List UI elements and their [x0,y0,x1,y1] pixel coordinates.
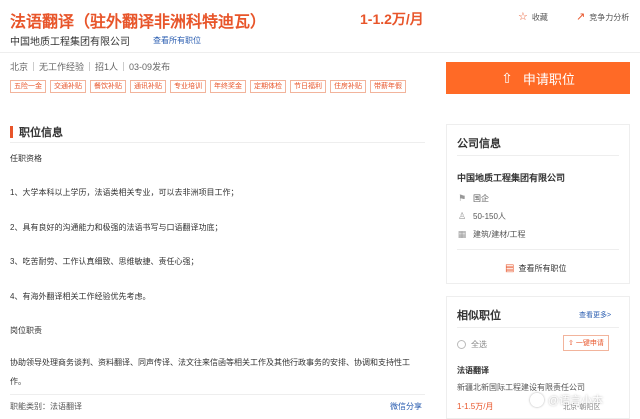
meta-experience: 无工作经验 [39,62,85,72]
meta-headcount: 招1人 [95,62,119,72]
watermark-logo-icon [530,393,544,407]
chart-icon: ↗ [576,11,586,23]
benefit-tag: 专业培训 [170,80,206,93]
people-icon: ♙ [457,211,467,221]
select-all-label: 全选 [471,340,487,349]
benefit-tag: 通讯补贴 [130,80,166,93]
job-title: 法语翻译（驻外翻译非洲科特迪瓦） [10,14,267,31]
job-meta: 北京 无工作经验 招1人 03-09发布 [10,60,170,73]
job-info-line: 4、有海外翻译相关工作经验优先考虑。 [10,292,151,301]
job-info-line: 2、具有良好的沟通能力和极强的法语书写与口语翻译功底； [10,223,223,232]
apply-label: 申请职位 [522,71,575,87]
company-type-label: 国企 [473,194,489,203]
company-size-label: 50-150人 [473,212,506,221]
similar-job-salary: 1-1.5万/月 [457,402,494,411]
one-click-apply-button[interactable]: ⇧ 一键申请 [563,335,609,351]
star-icon: ☆ [518,11,528,23]
job-info-title: 职位信息 [19,127,63,139]
footer-divider [10,394,425,395]
company-industry-label: 建筑/建材/工程 [473,230,526,239]
company-card-title: 公司信息 [457,138,501,150]
job-info-line: 岗位职责 [10,326,42,335]
similar-jobs-title: 相似职位 [457,310,501,322]
section-accent-bar [10,126,13,138]
compete-label: 竞争力分析 [589,13,630,22]
flag-icon: ⚑ [457,193,467,203]
watermark: @语言小本 [530,392,603,408]
company-type: ⚑ 国企 [457,193,489,204]
company-size: ♙ 50-150人 [457,211,506,222]
meta-separator [89,62,91,71]
salary: 1-1.2万/月 [360,11,424,27]
upload-icon: ⇧ [568,340,574,347]
card-divider [457,155,619,156]
meta-separator [33,62,35,71]
job-info-line: 任职资格 [10,154,42,163]
company-card: 公司信息 中国地质工程集团有限公司 ⚑ 国企 ♙ 50-150人 ▦ 建筑/建材… [446,124,630,284]
card-divider [457,249,619,250]
job-info-line: 协助领导处理商务谈判、资料翻译、同声传译、法文往来信函等相关工作及其他行政事务的… [10,358,410,386]
meta-city: 北京 [10,62,29,72]
benefit-tag: 五险一金 [10,80,46,93]
benefit-tags: 五险一金 交通补贴 餐饮补贴 通讯补贴 专业培训 年终奖金 定期体检 节日福利 … [10,80,406,93]
benefit-tag: 交通补贴 [50,80,86,93]
benefit-tag: 带薪年假 [370,80,406,93]
favorite-button[interactable]: ☆ 收藏 [518,12,548,23]
job-info-line: 3、吃苦耐劳、工作认真细致、思维敏捷、责任心强； [10,257,199,266]
benefit-tag: 年终奖金 [210,80,246,93]
apply-job-button[interactable]: ⇧ 申请职位 [446,62,630,94]
benefit-tag: 定期体检 [250,80,286,93]
job-info-header: 职位信息 [10,124,63,140]
job-info-line: 1、大学本科以上学历，法语类相关专业，可以去非洲项目工作； [10,188,239,197]
benefit-tag: 住房补贴 [330,80,366,93]
card-divider [457,327,619,328]
list-icon: ▤ [505,262,515,274]
one-click-label: 一键申请 [575,340,604,347]
compete-analysis-button[interactable]: ↗ 竞争力分析 [576,12,629,23]
section-divider [10,142,425,143]
company-view-all-label: 查看所有职位 [518,264,567,273]
see-more-link[interactable]: 查看更多> [579,310,611,320]
company-industry: ▦ 建筑/建材/工程 [457,229,526,240]
wechat-share-link[interactable]: 微信分享 [390,401,422,412]
job-category: 职能类别：法语翻译 [10,402,82,411]
view-all-jobs-link[interactable]: 查看所有职位 [153,35,201,46]
upload-icon: ⇧ [501,70,513,86]
watermark-text: @语言小本 [548,395,604,407]
select-all-checkbox[interactable]: 全选 [457,339,487,350]
company-view-all-jobs[interactable]: ▤ 查看所有职位 [505,263,566,274]
meta-separator [123,62,125,71]
benefit-tag: 餐饮补贴 [90,80,126,93]
meta-date: 03-09发布 [129,62,171,72]
favorite-label: 收藏 [531,13,548,22]
company-card-name[interactable]: 中国地质工程集团有限公司 [457,171,565,184]
building-icon: ▦ [457,229,467,239]
checkbox-circle[interactable] [457,340,466,349]
similar-job-title[interactable]: 法语翻译 [457,365,489,376]
company-name-link[interactable]: 中国地质工程集团有限公司 [10,33,130,48]
benefit-tag: 节日福利 [290,80,326,93]
header-divider [0,52,640,53]
